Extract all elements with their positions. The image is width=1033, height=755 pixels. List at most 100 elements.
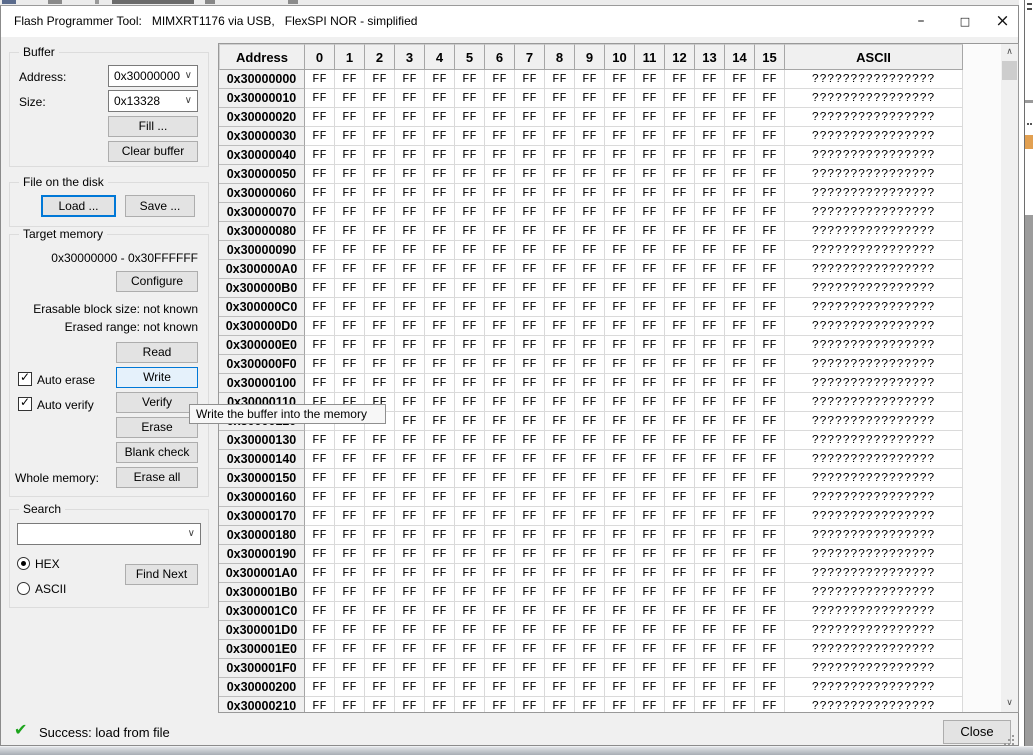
hex-byte-cell[interactable]: FF	[515, 678, 545, 697]
hex-byte-cell[interactable]: FF	[545, 412, 575, 431]
hex-byte-cell[interactable]: FF	[485, 241, 515, 260]
hex-byte-cell[interactable]: FF	[725, 127, 755, 146]
hex-byte-cell[interactable]: FF	[635, 526, 665, 545]
hex-byte-cell[interactable]: FF	[425, 412, 455, 431]
hex-byte-cell[interactable]: FF	[545, 469, 575, 488]
hex-byte-cell[interactable]: FF	[635, 298, 665, 317]
hex-byte-cell[interactable]: FF	[515, 317, 545, 336]
hex-byte-cell[interactable]: FF	[695, 336, 725, 355]
hex-byte-cell[interactable]: FF	[605, 355, 635, 374]
hex-byte-cell[interactable]: FF	[635, 697, 665, 713]
hex-byte-cell[interactable]: FF	[305, 317, 335, 336]
hex-byte-cell[interactable]: FF	[485, 640, 515, 659]
hex-byte-cell[interactable]: FF	[425, 298, 455, 317]
hex-byte-cell[interactable]: FF	[725, 526, 755, 545]
hex-byte-cell[interactable]: FF	[725, 621, 755, 640]
fill-button[interactable]: Fill ...	[108, 116, 198, 137]
hex-byte-cell[interactable]: FF	[455, 621, 485, 640]
hex-byte-cell[interactable]: FF	[515, 355, 545, 374]
hex-byte-cell[interactable]: FF	[485, 279, 515, 298]
hex-byte-cell[interactable]: FF	[545, 488, 575, 507]
hex-byte-cell[interactable]: FF	[635, 355, 665, 374]
hex-byte-cell[interactable]: FF	[485, 222, 515, 241]
hex-byte-cell[interactable]: FF	[755, 507, 785, 526]
hex-byte-cell[interactable]: FF	[455, 260, 485, 279]
hex-byte-cell[interactable]: FF	[365, 184, 395, 203]
hex-byte-cell[interactable]: FF	[545, 108, 575, 127]
hex-byte-cell[interactable]: FF	[425, 165, 455, 184]
hex-byte-cell[interactable]: FF	[635, 203, 665, 222]
ascii-cell[interactable]: ????????????????	[785, 602, 963, 621]
hex-byte-cell[interactable]: FF	[455, 697, 485, 713]
hex-byte-cell[interactable]: FF	[665, 393, 695, 412]
erase-all-button[interactable]: Erase all	[116, 467, 198, 488]
hex-byte-cell[interactable]: FF	[515, 298, 545, 317]
hex-byte-cell[interactable]: FF	[755, 621, 785, 640]
hex-byte-cell[interactable]: FF	[545, 127, 575, 146]
hex-byte-cell[interactable]: FF	[365, 279, 395, 298]
ascii-cell[interactable]: ????????????????	[785, 241, 963, 260]
hex-byte-cell[interactable]: FF	[665, 222, 695, 241]
hex-byte-cell[interactable]: FF	[575, 393, 605, 412]
hex-byte-cell[interactable]: FF	[695, 621, 725, 640]
hex-byte-cell[interactable]: FF	[725, 640, 755, 659]
hex-byte-cell[interactable]: FF	[365, 89, 395, 108]
hex-byte-cell[interactable]: FF	[665, 89, 695, 108]
hex-byte-cell[interactable]: FF	[455, 412, 485, 431]
hex-byte-cell[interactable]: FF	[575, 564, 605, 583]
hex-byte-cell[interactable]: FF	[395, 678, 425, 697]
hex-byte-cell[interactable]: FF	[725, 241, 755, 260]
hex-byte-cell[interactable]: FF	[335, 678, 365, 697]
hex-byte-cell[interactable]: FF	[515, 469, 545, 488]
hex-byte-cell[interactable]: FF	[545, 279, 575, 298]
hex-byte-cell[interactable]: FF	[515, 526, 545, 545]
hex-byte-cell[interactable]: FF	[545, 697, 575, 713]
hex-byte-cell[interactable]: FF	[515, 602, 545, 621]
verify-button[interactable]: Verify	[116, 392, 198, 413]
hex-byte-cell[interactable]: FF	[665, 260, 695, 279]
hex-byte-cell[interactable]: FF	[545, 374, 575, 393]
hex-byte-cell[interactable]: FF	[695, 697, 725, 713]
hex-byte-cell[interactable]: FF	[515, 564, 545, 583]
hex-byte-cell[interactable]: FF	[635, 241, 665, 260]
hex-byte-cell[interactable]: FF	[515, 545, 545, 564]
hex-byte-cell[interactable]: FF	[725, 165, 755, 184]
hex-byte-cell[interactable]: FF	[425, 222, 455, 241]
hex-byte-cell[interactable]: FF	[725, 203, 755, 222]
hex-byte-cell[interactable]: FF	[305, 488, 335, 507]
ascii-cell[interactable]: ????????????????	[785, 659, 963, 678]
hex-byte-cell[interactable]: FF	[575, 70, 605, 89]
hex-byte-cell[interactable]: FF	[455, 336, 485, 355]
hex-byte-cell[interactable]: FF	[335, 469, 365, 488]
ascii-cell[interactable]: ????????????????	[785, 222, 963, 241]
hex-byte-cell[interactable]: FF	[365, 108, 395, 127]
hex-byte-cell[interactable]: FF	[455, 146, 485, 165]
hex-byte-cell[interactable]: FF	[455, 545, 485, 564]
ascii-cell[interactable]: ????????????????	[785, 355, 963, 374]
hex-byte-cell[interactable]: FF	[725, 659, 755, 678]
hex-byte-cell[interactable]: FF	[335, 298, 365, 317]
hex-byte-cell[interactable]: FF	[425, 184, 455, 203]
hex-byte-cell[interactable]: FF	[425, 279, 455, 298]
hex-byte-cell[interactable]: FF	[665, 697, 695, 713]
hex-byte-cell[interactable]: FF	[365, 545, 395, 564]
hex-byte-cell[interactable]: FF	[635, 450, 665, 469]
hex-byte-cell[interactable]: FF	[425, 203, 455, 222]
hex-byte-cell[interactable]: FF	[575, 260, 605, 279]
hex-byte-cell[interactable]: FF	[575, 583, 605, 602]
hex-byte-cell[interactable]: FF	[755, 393, 785, 412]
hex-byte-cell[interactable]: FF	[365, 241, 395, 260]
hex-byte-cell[interactable]: FF	[515, 203, 545, 222]
hex-byte-cell[interactable]: FF	[755, 412, 785, 431]
hex-byte-cell[interactable]: FF	[755, 355, 785, 374]
ascii-cell[interactable]: ????????????????	[785, 317, 963, 336]
hex-byte-cell[interactable]: FF	[695, 659, 725, 678]
hex-byte-cell[interactable]: FF	[455, 393, 485, 412]
hex-byte-cell[interactable]: FF	[515, 583, 545, 602]
hex-byte-cell[interactable]: FF	[605, 317, 635, 336]
hex-byte-cell[interactable]: FF	[755, 260, 785, 279]
hex-byte-cell[interactable]: FF	[515, 374, 545, 393]
hex-byte-cell[interactable]: FF	[365, 526, 395, 545]
hex-byte-cell[interactable]: FF	[545, 165, 575, 184]
ascii-cell[interactable]: ????????????????	[785, 184, 963, 203]
